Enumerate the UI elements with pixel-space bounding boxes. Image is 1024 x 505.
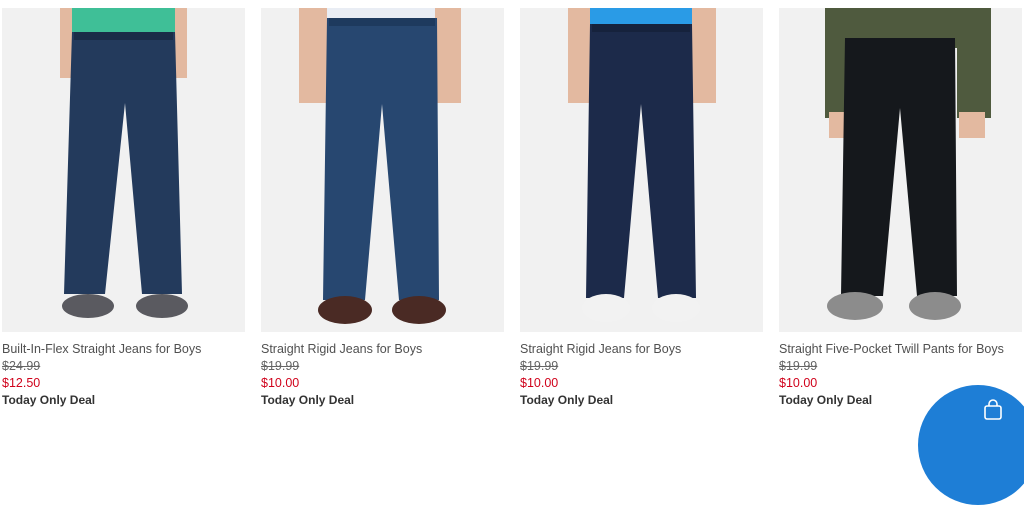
product-title[interactable]: Built-In-Flex Straight Jeans for Boys xyxy=(2,342,246,356)
right-shoe xyxy=(136,294,188,318)
left-arm xyxy=(299,8,329,103)
original-price: $19.99 xyxy=(261,359,300,373)
right-hand xyxy=(959,112,985,138)
right-shoe xyxy=(909,292,961,320)
left-shoe xyxy=(318,296,372,324)
left-shoe xyxy=(582,294,630,322)
bag-fab-button[interactable] xyxy=(918,385,1024,505)
shirt xyxy=(72,8,175,34)
left-shoe xyxy=(827,292,883,320)
product-card[interactable]: Straight Rigid Jeans for Boys $19.99 $10… xyxy=(520,0,764,407)
right-shoe xyxy=(392,296,446,324)
product-image[interactable] xyxy=(261,8,504,332)
original-price: $19.99 xyxy=(520,359,559,373)
product-grid: Built-In-Flex Straight Jeans for Boys $2… xyxy=(0,0,1024,415)
sale-price: $10.00 xyxy=(261,376,300,390)
left-shoe xyxy=(62,294,114,318)
deal-label: Today Only Deal xyxy=(261,393,355,407)
original-price: $19.99 xyxy=(779,359,818,373)
shirt xyxy=(590,8,692,26)
shopping-bag-icon xyxy=(982,399,1004,426)
product-image[interactable] xyxy=(2,8,245,332)
deal-label: Today Only Deal xyxy=(520,393,614,407)
product-card[interactable]: Straight Rigid Jeans for Boys $19.99 $10… xyxy=(261,0,505,407)
sale-price: $10.00 xyxy=(520,376,559,390)
right-shoe xyxy=(652,294,700,322)
sale-price: $12.50 xyxy=(2,376,41,390)
product-card[interactable]: Straight Five-Pocket Twill Pants for Boy… xyxy=(779,0,1023,407)
product-title[interactable]: Straight Rigid Jeans for Boys xyxy=(520,342,764,356)
product-title[interactable]: Straight Rigid Jeans for Boys xyxy=(261,342,505,356)
product-title[interactable]: Straight Five-Pocket Twill Pants for Boy… xyxy=(779,342,1023,356)
original-price: $24.99 xyxy=(2,359,41,373)
deal-label: Today Only Deal xyxy=(2,393,96,407)
product-image[interactable] xyxy=(779,8,1022,332)
product-image[interactable] xyxy=(520,8,763,332)
right-sleeve xyxy=(957,8,991,118)
product-card[interactable]: Built-In-Flex Straight Jeans for Boys $2… xyxy=(2,0,246,407)
